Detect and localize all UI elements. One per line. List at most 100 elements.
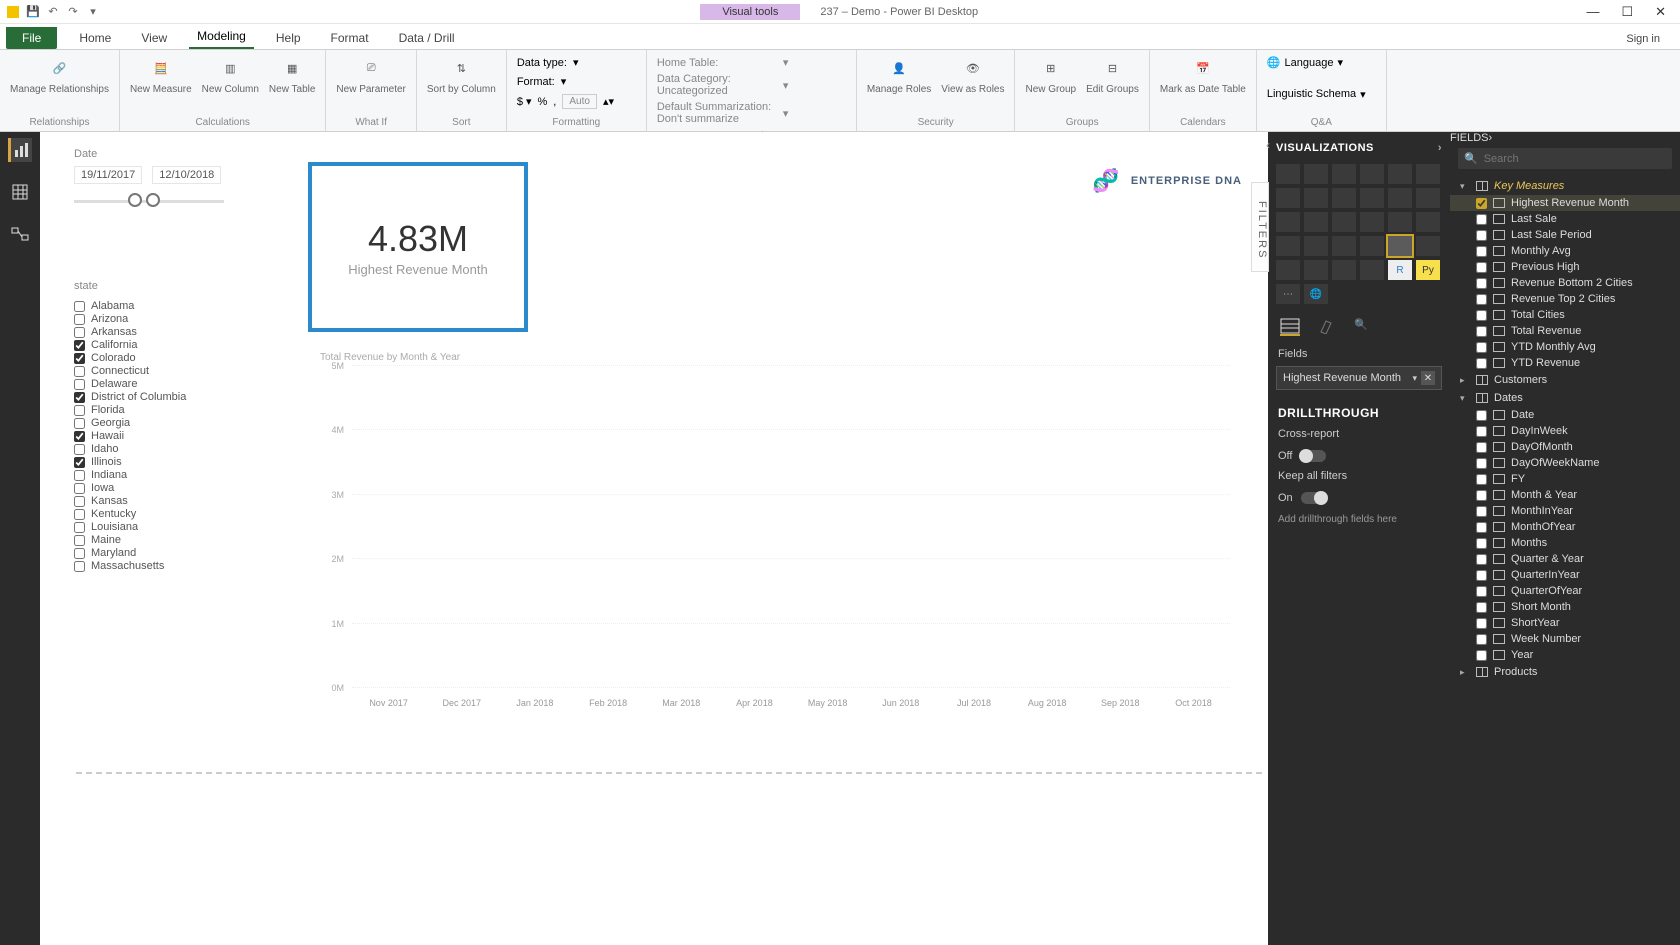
viz-type-tile[interactable] xyxy=(1332,212,1356,232)
collapse-panes-icon[interactable]: ‹ xyxy=(1266,138,1270,152)
tab-help[interactable]: Help xyxy=(268,27,309,49)
field-leaf[interactable]: Year xyxy=(1450,647,1680,663)
fields-collapse-icon[interactable]: › xyxy=(1489,132,1493,144)
viz-type-tile[interactable] xyxy=(1360,164,1384,184)
viz-type-tile[interactable] xyxy=(1388,212,1412,232)
viz-type-tile[interactable] xyxy=(1360,188,1384,208)
viz-type-tile[interactable] xyxy=(1388,164,1412,184)
tab-modeling[interactable]: Modeling xyxy=(189,25,254,49)
comma-icon[interactable]: , xyxy=(553,96,556,108)
field-leaf[interactable]: Short Month xyxy=(1450,599,1680,615)
viz-type-tile[interactable] xyxy=(1332,164,1356,184)
format-tab-icon[interactable] xyxy=(1318,318,1336,336)
data-type-row[interactable]: Data type: ▾ xyxy=(517,56,636,69)
viz-type-tile[interactable] xyxy=(1304,260,1328,280)
viz-type-tile[interactable] xyxy=(1416,188,1440,208)
field-leaf[interactable]: Monthly Avg xyxy=(1450,243,1680,259)
field-leaf[interactable]: MonthOfYear xyxy=(1450,519,1680,535)
file-tab[interactable]: File xyxy=(6,27,57,49)
date-to[interactable]: 12/10/2018 xyxy=(152,166,221,184)
fields-search[interactable]: 🔍 xyxy=(1458,148,1672,169)
viz-type-tile[interactable] xyxy=(1360,236,1384,256)
field-leaf[interactable]: Last Sale Period xyxy=(1450,227,1680,243)
remove-field-icon[interactable]: ✕ xyxy=(1421,371,1435,385)
currency-icon[interactable]: $ ▾ xyxy=(517,95,532,108)
field-leaf[interactable]: Week Number xyxy=(1450,631,1680,647)
field-leaf[interactable]: DayInWeek xyxy=(1450,423,1680,439)
keep-filters-toggle[interactable]: On xyxy=(1268,488,1450,508)
cross-report-toggle[interactable]: Off xyxy=(1268,446,1450,466)
tab-datadrill[interactable]: Data / Drill xyxy=(391,27,463,49)
fields-tree[interactable]: ▾Key MeasuresHighest Revenue MonthLast S… xyxy=(1450,177,1680,945)
table-node[interactable]: ▸Products xyxy=(1450,663,1680,681)
viz-type-tile[interactable] xyxy=(1360,260,1384,280)
date-range-slider[interactable] xyxy=(74,192,224,210)
undo-icon[interactable]: ↶ xyxy=(46,5,60,19)
viz-type-tile[interactable] xyxy=(1276,236,1300,256)
manage-relationships-button[interactable]: 🔗Manage Relationships xyxy=(10,54,109,95)
analytics-tab-icon[interactable]: 🔍 xyxy=(1354,318,1368,336)
viz-type-tile[interactable] xyxy=(1416,212,1440,232)
viz-type-tile[interactable] xyxy=(1416,236,1440,256)
field-leaf[interactable]: DayOfMonth xyxy=(1450,439,1680,455)
field-leaf[interactable]: Total Cities xyxy=(1450,307,1680,323)
format-row[interactable]: Format: ▾ xyxy=(517,75,636,88)
view-as-roles-button[interactable]: 👁View as Roles xyxy=(941,54,1004,95)
viz-type-tile[interactable] xyxy=(1388,188,1412,208)
new-measure-button[interactable]: 🧮New Measure xyxy=(130,54,192,95)
field-leaf[interactable]: Highest Revenue Month xyxy=(1450,195,1680,211)
sort-by-column-button[interactable]: ⇅Sort by Column xyxy=(427,54,496,95)
field-leaf[interactable]: QuarterOfYear xyxy=(1450,583,1680,599)
viz-type-tile[interactable]: 🌐 xyxy=(1304,284,1328,304)
viz-type-tile[interactable]: R xyxy=(1388,260,1412,280)
save-icon[interactable]: 💾 xyxy=(26,5,40,19)
linguistic-schema-button[interactable]: Linguistic Schema ▾ xyxy=(1267,88,1376,101)
close-icon[interactable]: ✕ xyxy=(1655,4,1666,20)
viz-type-tile[interactable] xyxy=(1276,260,1300,280)
qat-dropdown-icon[interactable]: ▾ xyxy=(86,5,100,19)
maximize-icon[interactable]: ☐ xyxy=(1621,4,1633,20)
bar-chart-visual[interactable]: Total Revenue by Month & Year 0M1M2M3M4M… xyxy=(320,352,1230,712)
date-slicer[interactable]: 19/11/2017 12/10/2018 xyxy=(74,166,1250,184)
field-leaf[interactable]: MonthInYear xyxy=(1450,503,1680,519)
card-visual-selected[interactable]: 4.83M Highest Revenue Month xyxy=(308,162,528,332)
visual-tools-context-tab[interactable]: Visual tools xyxy=(700,4,800,20)
new-table-button[interactable]: ▦New Table xyxy=(269,54,316,95)
state-option[interactable]: Arizona xyxy=(74,313,1250,325)
state-option[interactable]: California xyxy=(74,339,1250,351)
viz-type-tile[interactable] xyxy=(1332,188,1356,208)
viz-type-tile[interactable] xyxy=(1304,212,1328,232)
field-leaf[interactable]: Previous High xyxy=(1450,259,1680,275)
edit-groups-button[interactable]: ⊟Edit Groups xyxy=(1086,54,1139,95)
home-table-row[interactable]: Home Table: ▾ xyxy=(657,56,846,69)
field-leaf[interactable]: DayOfWeekName xyxy=(1450,455,1680,471)
table-node[interactable]: ▾Dates xyxy=(1450,389,1680,407)
table-node[interactable]: ▾Key Measures xyxy=(1450,177,1680,195)
report-view-icon[interactable] xyxy=(8,138,32,162)
field-leaf[interactable]: Total Revenue xyxy=(1450,323,1680,339)
new-parameter-button[interactable]: ⎚New Parameter xyxy=(336,54,405,95)
slider-handle-to[interactable] xyxy=(146,193,160,207)
data-view-icon[interactable] xyxy=(8,180,32,204)
viz-type-tile[interactable] xyxy=(1276,212,1300,232)
field-leaf[interactable]: Revenue Top 2 Cities xyxy=(1450,291,1680,307)
filters-collapsed-tab[interactable]: FILTERS xyxy=(1251,182,1269,272)
tab-view[interactable]: View xyxy=(133,27,175,49)
viz-type-tile[interactable] xyxy=(1416,164,1440,184)
field-leaf[interactable]: Month & Year xyxy=(1450,487,1680,503)
viz-type-tile[interactable] xyxy=(1360,212,1384,232)
sign-in-link[interactable]: Sign in xyxy=(1620,29,1666,49)
field-leaf[interactable]: FY xyxy=(1450,471,1680,487)
field-leaf[interactable]: Last Sale xyxy=(1450,211,1680,227)
language-button[interactable]: 🌐 Language ▾ xyxy=(1267,56,1376,69)
percent-icon[interactable]: % xyxy=(538,96,548,108)
date-from[interactable]: 19/11/2017 xyxy=(74,166,142,184)
state-option[interactable]: Alabama xyxy=(74,300,1250,312)
tab-format[interactable]: Format xyxy=(323,27,377,49)
redo-icon[interactable]: ↷ xyxy=(66,5,80,19)
viz-type-tile[interactable] xyxy=(1276,188,1300,208)
field-well-item[interactable]: Highest Revenue Month▾ ✕ xyxy=(1276,366,1442,390)
viz-type-tile[interactable] xyxy=(1276,164,1300,184)
data-category-row[interactable]: Data Category: Uncategorized▾ xyxy=(657,73,846,97)
field-leaf[interactable]: YTD Revenue xyxy=(1450,355,1680,371)
